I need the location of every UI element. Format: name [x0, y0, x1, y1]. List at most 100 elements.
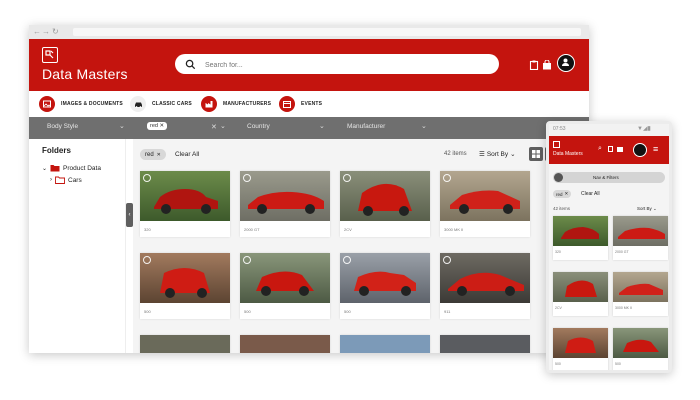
- browser-chrome: ← → ↻: [29, 25, 589, 40]
- car-photo: [140, 171, 230, 221]
- asset-card[interactable]: 2000 GT: [240, 171, 330, 237]
- select-checkbox[interactable]: [343, 174, 351, 182]
- select-checkbox[interactable]: [243, 256, 251, 264]
- active-filter-chip[interactable]: red ✕: [140, 149, 166, 160]
- brand-name[interactable]: Data Masters: [42, 66, 128, 82]
- select-checkbox[interactable]: [143, 174, 151, 182]
- asset-card[interactable]: 320: [553, 216, 608, 260]
- asset-card[interactable]: [240, 335, 330, 353]
- card-caption: 911: [444, 309, 451, 314]
- logo-icon[interactable]: [42, 47, 58, 63]
- close-icon[interactable]: ✕: [157, 152, 161, 158]
- calendar-icon: [279, 96, 295, 112]
- car-photo: [440, 171, 530, 221]
- clipboard-icon[interactable]: [608, 146, 613, 152]
- clear-icon[interactable]: ✕: [211, 123, 217, 131]
- select-checkbox[interactable]: [443, 256, 451, 264]
- asset-card[interactable]: 911: [440, 253, 530, 319]
- asset-card[interactable]: 3000 MK II: [440, 171, 530, 237]
- select-checkbox[interactable]: [243, 174, 251, 182]
- items-count: 42 items: [553, 206, 571, 211]
- status-time: 07:53: [553, 126, 566, 132]
- car-photo: [240, 253, 330, 303]
- chevron-left-icon: ‹: [128, 212, 131, 218]
- search-icon[interactable]: ⌕: [598, 145, 602, 153]
- search-input[interactable]: [203, 57, 487, 73]
- car-photo: [340, 253, 430, 303]
- card-caption: 500: [244, 309, 251, 314]
- chevron-right-icon[interactable]: ›: [50, 177, 52, 183]
- car-photo: [613, 216, 668, 246]
- category-images-documents[interactable]: IMAGES & DOCUMENTS: [39, 94, 123, 114]
- back-icon[interactable]: ←: [33, 27, 41, 37]
- category-events[interactable]: EVENTS: [279, 94, 322, 114]
- chevron-down-icon: ⌄: [319, 123, 325, 130]
- car-photo: [553, 216, 608, 246]
- asset-card[interactable]: 320: [140, 171, 230, 237]
- chevron-down-icon[interactable]: ⌄: [42, 165, 47, 172]
- card-caption: 500: [615, 362, 621, 366]
- menu-icon[interactable]: ≡: [653, 144, 658, 154]
- category-label: EVENTS: [301, 101, 323, 107]
- color-chip[interactable]: red ✕: [147, 122, 168, 130]
- bag-icon[interactable]: [542, 60, 552, 70]
- sort-dropdown[interactable]: ☰ Sort By ⌄: [479, 150, 516, 159]
- asset-card[interactable]: 500: [553, 328, 608, 370]
- select-checkbox[interactable]: [143, 256, 151, 264]
- sort-dropdown[interactable]: Sort By ⌄: [637, 206, 657, 212]
- car-photo: [240, 171, 330, 221]
- asset-card[interactable]: [340, 335, 430, 353]
- car-photo: [553, 272, 608, 302]
- search-icon[interactable]: [185, 57, 196, 75]
- card-caption: 2CV: [555, 306, 562, 310]
- logo-icon[interactable]: [553, 141, 560, 148]
- car-photo: [440, 253, 530, 303]
- asset-card[interactable]: [440, 335, 530, 353]
- status-bar: 07:53 ▼◢▮: [549, 124, 669, 136]
- user-button[interactable]: [557, 54, 575, 72]
- manufacturer-filter[interactable]: Manufacturer ⌄: [347, 123, 429, 130]
- mobile-header: Data Masters ⌕ ≡: [549, 136, 669, 164]
- grid-view-button[interactable]: [529, 147, 543, 161]
- select-checkbox[interactable]: [443, 174, 451, 182]
- asset-card[interactable]: 3000 MK II: [613, 272, 668, 316]
- country-filter[interactable]: Country ⌄: [247, 123, 327, 130]
- category-manufacturers[interactable]: MANUFACTURERS: [201, 94, 271, 114]
- asset-card[interactable]: 500: [340, 253, 430, 319]
- asset-card[interactable]: 2CV: [553, 272, 608, 316]
- tree-item-cars[interactable]: › Cars: [50, 176, 82, 184]
- card-caption: 3000 MK II: [444, 227, 464, 232]
- asset-card[interactable]: 500: [240, 253, 330, 319]
- asset-card[interactable]: [140, 335, 230, 353]
- forward-icon[interactable]: →: [42, 27, 50, 37]
- search-bar[interactable]: [175, 54, 499, 74]
- car-photo: [613, 328, 668, 358]
- card-caption: 2000 GT: [615, 250, 629, 254]
- user-icon[interactable]: [633, 143, 647, 157]
- asset-card[interactable]: 2CV: [340, 171, 430, 237]
- factory-icon: [201, 96, 217, 112]
- close-icon[interactable]: ✕: [565, 191, 569, 197]
- active-filter-chip[interactable]: red ✕: [553, 190, 572, 198]
- asset-card[interactable]: 500: [140, 253, 230, 319]
- brand-name[interactable]: Data Masters: [553, 151, 583, 157]
- color-filter[interactable]: red ✕ ✕ ⌄: [147, 122, 227, 131]
- close-icon[interactable]: ✕: [159, 123, 164, 129]
- filter-bar: Body Style ⌄ red ✕ ✕ ⌄ Country ⌄ Manufac…: [29, 117, 589, 139]
- folder-icon: [50, 165, 60, 172]
- address-bar[interactable]: [73, 28, 581, 36]
- clear-all-link[interactable]: Clear All: [175, 151, 199, 158]
- asset-card[interactable]: 500: [613, 328, 668, 370]
- clipboard-icon[interactable]: [529, 60, 539, 70]
- body-style-filter[interactable]: Body Style ⌄: [47, 123, 127, 130]
- category-classic-cars[interactable]: CLASSIC CARS: [130, 94, 192, 114]
- asset-card[interactable]: 2000 GT: [613, 216, 668, 260]
- select-checkbox[interactable]: [343, 256, 351, 264]
- reload-icon[interactable]: ↻: [52, 27, 59, 37]
- bag-icon[interactable]: [617, 147, 623, 152]
- tree-label: Cars: [68, 176, 82, 184]
- clear-all-link[interactable]: Clear All: [581, 191, 600, 197]
- sidebar-collapse-toggle[interactable]: ‹: [126, 203, 133, 227]
- tree-item-product-data[interactable]: ⌄ Product Data: [42, 164, 101, 172]
- nav-filters-button[interactable]: Nav & Filters: [553, 172, 665, 183]
